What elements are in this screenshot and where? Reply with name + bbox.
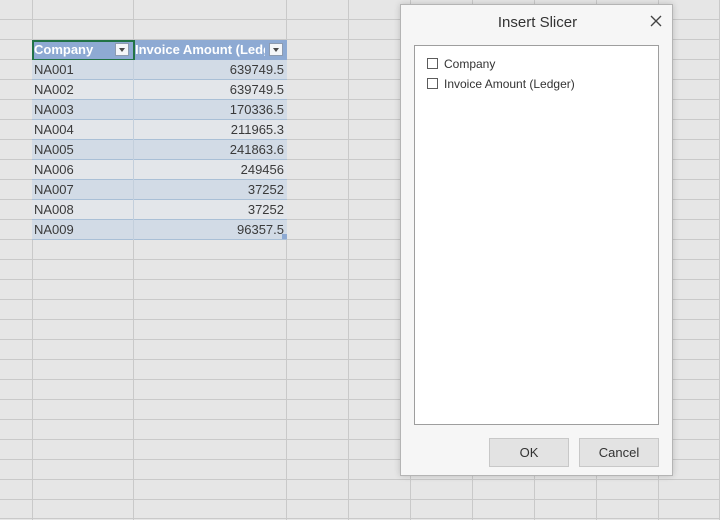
insert-slicer-dialog: Insert Slicer Company Invoice Amount (Le… — [400, 4, 673, 476]
grid-row-line — [0, 518, 720, 519]
table-row: NA005 241863.6 — [32, 140, 287, 160]
table-row: NA007 37252 — [32, 180, 287, 200]
amount-cell[interactable]: 96357.5 — [134, 220, 284, 240]
checkbox-icon[interactable] — [427, 58, 438, 69]
company-cell[interactable]: NA008 — [34, 200, 132, 220]
checkbox-icon[interactable] — [427, 78, 438, 89]
amount-cell[interactable]: 639749.5 — [134, 60, 284, 80]
ok-button[interactable]: OK — [489, 438, 569, 467]
table-row: NA006 249456 — [32, 160, 287, 180]
data-table: Company Invoice Amount (Ledger) NA001 63… — [32, 40, 287, 240]
table-row: NA004 211965.3 — [32, 120, 287, 140]
company-cell[interactable]: NA006 — [34, 160, 132, 180]
active-cell-selection — [32, 40, 135, 61]
grid-row-line — [0, 479, 720, 480]
company-cell[interactable]: NA001 — [34, 60, 132, 80]
filter-dropdown-icon[interactable] — [269, 43, 283, 56]
amount-cell[interactable]: 37252 — [134, 200, 284, 220]
amount-cell[interactable]: 249456 — [134, 160, 284, 180]
amount-cell[interactable]: 639749.5 — [134, 80, 284, 100]
company-cell[interactable]: NA007 — [34, 180, 132, 200]
table-row: NA003 170336.5 — [32, 100, 287, 120]
table-header-row: Company Invoice Amount (Ledger) — [32, 40, 287, 61]
field-label: Invoice Amount (Ledger) — [444, 77, 575, 91]
company-cell[interactable]: NA005 — [34, 140, 132, 160]
amount-cell[interactable]: 211965.3 — [134, 120, 284, 140]
company-cell[interactable]: NA003 — [34, 100, 132, 120]
table-row: NA008 37252 — [32, 200, 287, 220]
dialog-title: Insert Slicer — [497, 14, 578, 31]
table-row: NA009 96357.5 — [32, 220, 287, 240]
grid-column-line — [348, 0, 349, 520]
cancel-button[interactable]: Cancel — [579, 438, 659, 467]
header-invoice-amount[interactable]: Invoice Amount (Ledger) — [135, 40, 265, 60]
table-row: NA001 639749.5 — [32, 60, 287, 80]
amount-cell[interactable]: 37252 — [134, 180, 284, 200]
table-resize-handle[interactable] — [282, 234, 287, 239]
company-cell[interactable]: NA002 — [34, 80, 132, 100]
company-cell[interactable]: NA004 — [34, 120, 132, 140]
company-cell[interactable]: NA009 — [34, 220, 132, 240]
slicer-field-list[interactable]: Company Invoice Amount (Ledger) — [414, 45, 659, 425]
amount-cell[interactable]: 170336.5 — [134, 100, 284, 120]
table-row: NA002 639749.5 — [32, 80, 287, 100]
close-icon[interactable] — [647, 12, 665, 30]
field-label: Company — [444, 57, 496, 71]
grid-row-line — [0, 499, 720, 500]
amount-cell[interactable]: 241863.6 — [134, 140, 284, 160]
